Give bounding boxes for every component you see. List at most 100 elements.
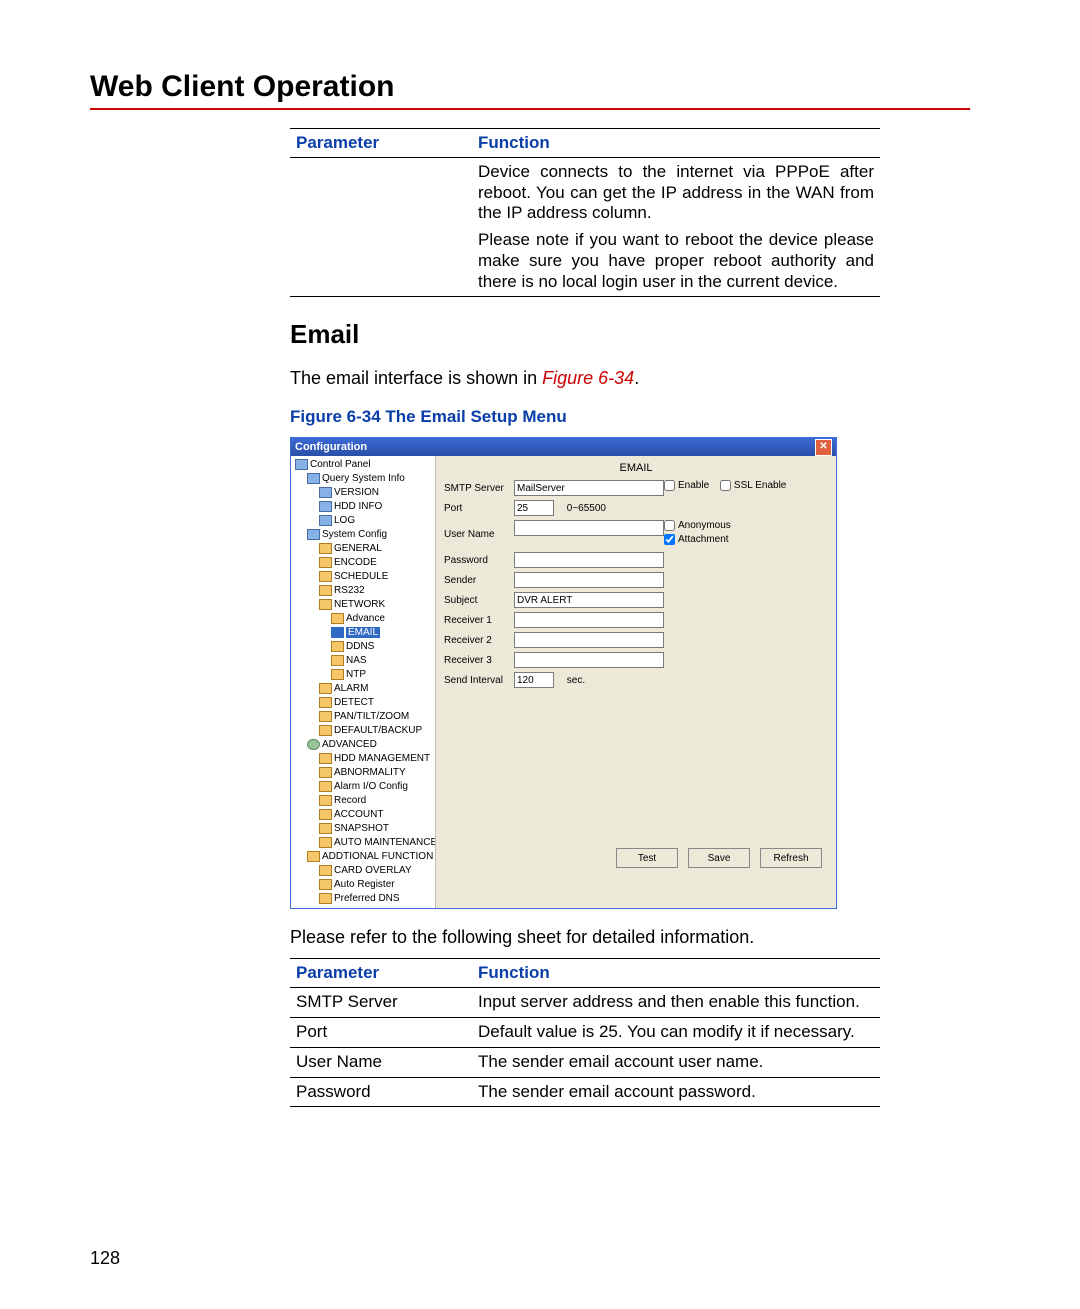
folder-icon xyxy=(319,837,332,848)
tree-item[interactable]: HDD MANAGEMENT xyxy=(334,753,430,764)
label: Enable xyxy=(678,480,709,491)
tree-item[interactable]: SCHEDULE xyxy=(334,571,388,582)
attachment-checkbox[interactable]: Attachment xyxy=(664,534,729,545)
label: Anonymous xyxy=(678,520,731,531)
tree-item[interactable]: Auto Register xyxy=(334,879,395,890)
folder-icon xyxy=(319,711,332,722)
tree-item[interactable]: DDNS xyxy=(346,641,374,652)
function-cell: The sender email account user name. xyxy=(472,1047,880,1077)
folder-icon xyxy=(307,529,320,540)
label-sender: Sender xyxy=(444,575,514,586)
folder-icon xyxy=(331,627,344,638)
tree-item[interactable]: Alarm I/O Config xyxy=(334,781,408,792)
tree-item[interactable]: NETWORK xyxy=(334,599,385,610)
tree-item[interactable]: DEFAULT/BACKUP xyxy=(334,725,422,736)
text: The email interface is shown in xyxy=(290,368,542,388)
tree-item[interactable]: Record xyxy=(334,795,366,806)
folder-icon xyxy=(319,809,332,820)
anonymous-checkbox[interactable]: Anonymous xyxy=(664,520,731,531)
postfig-text: Please refer to the following sheet for … xyxy=(290,927,940,948)
folder-icon xyxy=(319,753,332,764)
receiver2-input[interactable] xyxy=(514,632,664,648)
function-cell: Default value is 25. You can modify it i… xyxy=(472,1018,880,1048)
folder-icon xyxy=(319,767,332,778)
nav-tree[interactable]: Control Panel Query System Info VERSION … xyxy=(291,456,436,908)
email-intro: The email interface is shown in Figure 6… xyxy=(290,368,940,389)
subject-input[interactable] xyxy=(514,592,664,608)
col-parameter: Parameter xyxy=(290,129,472,158)
tree-item[interactable]: ABNORMALITY xyxy=(334,767,406,778)
folder-icon xyxy=(319,543,332,554)
gear-icon xyxy=(307,739,320,750)
tree-item[interactable]: Advance xyxy=(346,613,385,624)
username-input[interactable] xyxy=(514,520,664,536)
tree-item[interactable]: VERSION xyxy=(334,487,379,498)
tree-item[interactable]: RS232 xyxy=(334,585,365,596)
table-row: Device connects to the internet via PPPo… xyxy=(290,158,880,297)
folder-icon xyxy=(319,585,332,596)
tree-item[interactable]: NTP xyxy=(346,669,366,680)
window-title: Configuration xyxy=(295,441,367,453)
tree-item[interactable]: System Config xyxy=(322,529,387,540)
label: Attachment xyxy=(678,534,729,545)
panel-title: EMAIL xyxy=(444,462,828,474)
section-title-email: Email xyxy=(290,319,970,350)
refresh-button[interactable]: Refresh xyxy=(760,848,822,868)
label-smtp: SMTP Server xyxy=(444,483,514,494)
param-cell: User Name xyxy=(290,1047,472,1077)
tree-item[interactable]: LOG xyxy=(334,515,355,526)
folder-icon xyxy=(331,613,344,624)
label-sec: sec. xyxy=(567,675,585,686)
figure-caption: Figure 6-34 The Email Setup Menu xyxy=(290,407,970,427)
table-row: User NameThe sender email account user n… xyxy=(290,1047,880,1077)
password-input[interactable] xyxy=(514,552,664,568)
interval-input[interactable] xyxy=(514,672,554,688)
receiver3-input[interactable] xyxy=(514,652,664,668)
title-divider xyxy=(90,108,970,110)
tree-item[interactable]: Query System Info xyxy=(322,473,405,484)
tree-item[interactable]: GENERAL xyxy=(334,543,382,554)
smtp-input[interactable] xyxy=(514,480,664,496)
ssl-checkbox[interactable]: SSL Enable xyxy=(720,480,786,491)
sender-input[interactable] xyxy=(514,572,664,588)
tree-item[interactable]: SNAPSHOT xyxy=(334,823,389,834)
folder-icon xyxy=(319,865,332,876)
tree-item[interactable]: PAN/TILT/ZOOM xyxy=(334,711,409,722)
col-parameter: Parameter xyxy=(290,959,472,988)
file-icon xyxy=(319,515,332,526)
tree-item-email[interactable]: EMAIL xyxy=(346,627,380,638)
enable-checkbox[interactable]: Enable xyxy=(664,480,709,491)
folder-icon xyxy=(319,795,332,806)
tree-item[interactable]: Preferred DNS xyxy=(334,893,400,904)
port-input[interactable] xyxy=(514,500,554,516)
window-titlebar[interactable]: Configuration ✕ xyxy=(291,438,836,456)
label-username: User Name xyxy=(444,529,514,540)
tree-item[interactable]: ACCOUNT xyxy=(334,809,383,820)
tree-item[interactable]: ALARM xyxy=(334,683,368,694)
test-button[interactable]: Test xyxy=(616,848,678,868)
close-icon[interactable]: ✕ xyxy=(815,439,832,456)
function-cell: Device connects to the internet via PPPo… xyxy=(472,158,880,297)
email-form-panel: EMAIL SMTP Server Enable SSL Enable Port… xyxy=(436,456,836,908)
folder-icon xyxy=(319,599,332,610)
folder-icon xyxy=(319,823,332,834)
folder-icon xyxy=(319,697,332,708)
tree-item[interactable]: CARD OVERLAY xyxy=(334,865,412,876)
file-icon xyxy=(319,487,332,498)
receiver1-input[interactable] xyxy=(514,612,664,628)
label-interval: Send Interval xyxy=(444,675,514,686)
col-function: Function xyxy=(472,129,880,158)
label: SSL Enable xyxy=(734,480,786,491)
pppoe-table: Parameter Function Device connects to th… xyxy=(290,128,880,297)
tree-item[interactable]: ADVANCED xyxy=(322,739,377,750)
tree-item[interactable]: ADDTIONAL FUNCTION xyxy=(322,851,433,862)
save-button[interactable]: Save xyxy=(688,848,750,868)
folder-icon xyxy=(319,683,332,694)
tree-item[interactable]: ENCODE xyxy=(334,557,377,568)
tree-item[interactable]: DETECT xyxy=(334,697,374,708)
tree-item[interactable]: HDD INFO xyxy=(334,501,382,512)
tree-item[interactable]: NAS xyxy=(346,655,367,666)
tree-root[interactable]: Control Panel xyxy=(310,459,371,470)
tree-item[interactable]: AUTO MAINTENANCE xyxy=(334,837,436,848)
folder-icon xyxy=(319,725,332,736)
